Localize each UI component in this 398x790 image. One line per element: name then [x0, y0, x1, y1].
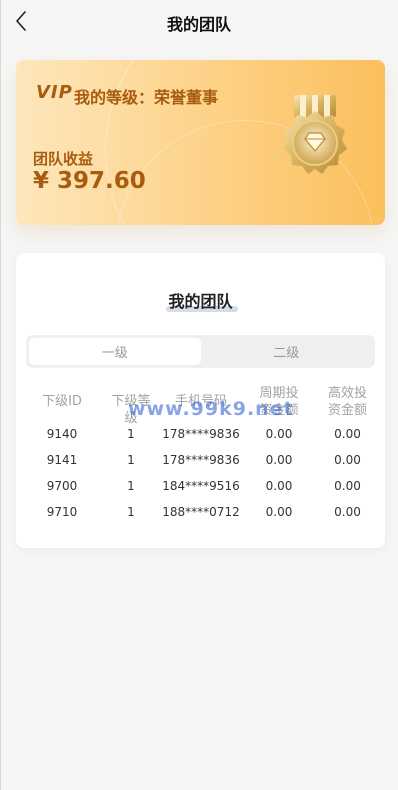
- team-section-title: 我的团队: [168, 292, 233, 311]
- efficient-investment: 0.00: [334, 427, 361, 441]
- left-border: [0, 0, 1, 790]
- member-phone: 178****9836: [162, 453, 240, 467]
- member-phone: 178****9836: [162, 427, 240, 441]
- medal-badge-icon: [272, 93, 358, 187]
- efficient-investment: 0.00: [334, 453, 361, 467]
- back-arrow-icon[interactable]: [10, 9, 34, 33]
- top-bar: 我的团队: [0, 0, 398, 46]
- member-phone: 188****0712: [162, 505, 240, 519]
- column-header: 周期投资金额: [259, 386, 299, 418]
- column-header: 手机号码: [174, 394, 227, 409]
- member-id: 9140: [46, 427, 78, 441]
- team-table: 下级ID 下级等级 手机号码 周期投资金额 高效投资金额 9140 1 178*…: [16, 383, 385, 525]
- cycle-investment: 0.00: [265, 479, 293, 493]
- cycle-investment: 0.00: [265, 427, 293, 441]
- member-level: 1: [127, 505, 135, 519]
- vip-level-text: 我的等级：荣誉董事: [74, 88, 219, 107]
- member-id: 9710: [46, 505, 78, 519]
- member-id: 9141: [46, 453, 78, 467]
- level-tabs: 一级 二级: [26, 335, 375, 368]
- member-level: 1: [127, 453, 135, 467]
- column-header: 下级等级: [111, 394, 151, 426]
- tab-level-2[interactable]: 二级: [201, 338, 373, 365]
- vip-logo: VIP: [36, 82, 73, 103]
- vip-card: VIP 我的等级：荣誉董事 团队收益 ¥ 397.60: [16, 60, 385, 225]
- table-row: 9700 1 184****9516 0.00 0.00: [16, 473, 385, 499]
- efficient-investment: 0.00: [334, 505, 361, 519]
- table-row: 9140 1 178****9836 0.00 0.00: [16, 421, 385, 447]
- cycle-investment: 0.00: [265, 453, 293, 467]
- member-phone: 184****9516: [162, 479, 240, 493]
- tab-level-1[interactable]: 一级: [29, 338, 201, 365]
- page-title: 我的团队: [166, 15, 231, 34]
- table-header: 下级ID 下级等级 手机号码 周期投资金额 高效投资金额: [16, 383, 385, 426]
- table-row: 9141 1 178****9836 0.00 0.00: [16, 447, 385, 473]
- member-id: 9700: [46, 479, 78, 493]
- column-header: 下级ID: [42, 394, 82, 409]
- column-header: 高效投资金额: [327, 386, 367, 418]
- member-level: 1: [127, 427, 135, 441]
- cycle-investment: 0.00: [265, 505, 293, 519]
- team-panel: 我的团队 一级 二级 下级ID 下级等级 手机号码 周期投资金额 高效投资金额 …: [16, 253, 385, 548]
- table-row: 9710 1 188****0712 0.00 0.00: [16, 499, 385, 525]
- team-earnings-label: 团队收益: [33, 150, 94, 168]
- efficient-investment: 0.00: [334, 479, 361, 493]
- team-earnings-amount: ¥ 397.60: [33, 168, 146, 194]
- member-level: 1: [127, 479, 135, 493]
